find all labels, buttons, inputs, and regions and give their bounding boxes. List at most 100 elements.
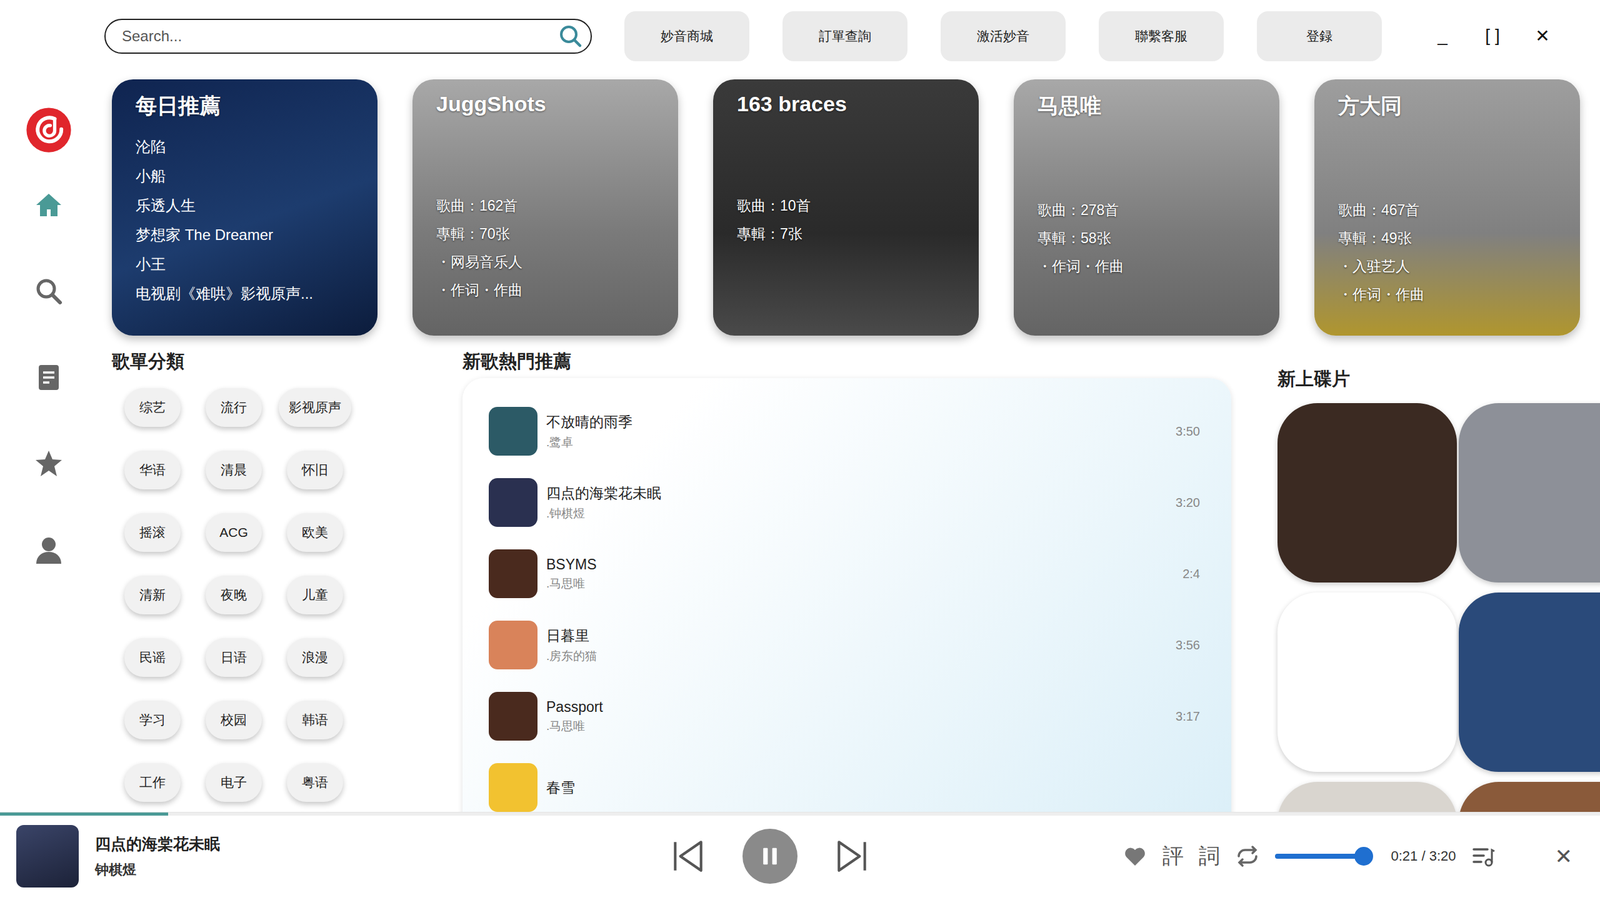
chip-cell: 清新 [111, 575, 194, 615]
daily-song[interactable]: 小船 [135, 166, 354, 187]
window-control-button[interactable]: [ ] [1483, 25, 1502, 47]
song-duration: 3:56 [1175, 638, 1200, 653]
song-row[interactable]: 四点的海棠花未眠.钟棋煜3:20 [488, 466, 1200, 539]
category-chip[interactable]: 电子 [205, 763, 262, 802]
window-control-button[interactable]: _ [1433, 25, 1452, 47]
category-chip[interactable]: 清新 [124, 575, 181, 615]
disc-cover[interactable] [1277, 781, 1457, 812]
top-button[interactable]: 妙音商城 [624, 11, 750, 62]
window-control-button[interactable]: ✕ [1533, 25, 1552, 47]
volume-knob[interactable] [1354, 846, 1374, 866]
player-text-button[interactable]: 評 [1162, 841, 1184, 871]
chip-cell: 校园 [193, 700, 275, 740]
artist-card[interactable]: 马思唯歌曲：278首專輯：58张・作词・作曲 [1013, 79, 1280, 336]
search-field[interactable] [104, 18, 592, 54]
daily-recommend-card[interactable]: 每日推薦沦陷小船乐透人生梦想家 The Dreamer小王电视剧《难哄》影视原声… [111, 79, 378, 336]
volume-slider[interactable] [1275, 853, 1369, 859]
category-chip[interactable]: 浪漫 [286, 638, 344, 677]
heart-icon[interactable] [1122, 843, 1148, 869]
category-chip[interactable]: 夜晚 [205, 575, 262, 615]
song-cover [488, 763, 538, 812]
artist-card[interactable]: JuggShots歌曲：162首專輯：70张・网易音乐人・作词・作曲 [412, 79, 679, 336]
section-title: 新上碟片 [1277, 366, 1600, 395]
song-text: BSYMS.马思唯 [546, 556, 1183, 592]
magnifier-icon[interactable] [558, 23, 584, 49]
netease-logo-icon[interactable] [25, 106, 73, 154]
artist-name: 方大同 [1338, 91, 1557, 121]
category-chip[interactable]: 民谣 [124, 638, 181, 677]
disc-cover[interactable] [1277, 403, 1457, 583]
category-chip[interactable]: 欧美 [286, 513, 344, 552]
sidebar-item[interactable] [32, 533, 65, 567]
category-chip[interactable]: 韩语 [286, 700, 344, 740]
category-chip[interactable]: 影视原声 [278, 388, 352, 427]
disc-cover[interactable] [1277, 592, 1457, 772]
category-chip[interactable]: 怀旧 [286, 450, 344, 490]
category-chip[interactable]: 综艺 [124, 388, 181, 427]
playlist-icon[interactable] [1471, 843, 1497, 869]
search-input[interactable] [120, 26, 559, 46]
player-text-button[interactable]: 詞 [1198, 841, 1220, 871]
daily-song[interactable]: 小王 [135, 254, 354, 275]
song-row[interactable]: 不放晴的雨季.鹭卓3:50 [488, 395, 1200, 467]
pause-icon [755, 841, 785, 872]
category-chip[interactable]: 流行 [205, 388, 262, 427]
daily-song[interactable]: 乐透人生 [135, 195, 354, 216]
top-button[interactable]: 激活妙音 [940, 11, 1066, 62]
play-pause-button[interactable] [742, 828, 798, 884]
song-row[interactable]: 春雪 [488, 751, 1200, 812]
artist-card[interactable]: 163 braces歌曲：10首專輯：7张 [713, 79, 979, 336]
category-chip[interactable]: 工作 [124, 763, 181, 802]
top-button[interactable]: 訂單查詢 [782, 11, 908, 62]
category-chip[interactable]: 清晨 [205, 450, 262, 490]
sidebar-item[interactable] [32, 361, 65, 394]
daily-song[interactable]: 梦想家 The Dreamer [135, 225, 354, 245]
song-artist: .马思唯 [546, 718, 1176, 735]
lower-section: 歌單分類综艺流行影视原声华语清晨怀旧摇滚ACG欧美清新夜晚儿童民谣日语浪漫学习校… [104, 349, 1600, 812]
song-title: Passport [546, 698, 1176, 716]
chip-cell: 综艺 [111, 388, 194, 427]
sidebar-item[interactable] [32, 447, 65, 480]
chip-cell: 摇滚 [111, 513, 194, 552]
chip-cell: 儿童 [274, 575, 356, 615]
song-text: 不放晴的雨季.鹭卓 [546, 412, 1176, 451]
song-text: 日暮里.房东的猫 [546, 626, 1176, 665]
top-button-group: 妙音商城訂單查詢激活妙音聯繫客服登録 [624, 11, 1382, 62]
category-chip[interactable]: 粤语 [286, 763, 344, 802]
repeat-icon[interactable] [1235, 843, 1260, 869]
disc-cover[interactable] [1458, 403, 1600, 583]
category-chip[interactable]: 华语 [124, 450, 181, 490]
chip-cell: 粤语 [274, 763, 356, 802]
song-row[interactable]: 日暮里.房东的猫3:56 [488, 609, 1200, 681]
close-player-button[interactable]: ✕ [1555, 843, 1574, 869]
disc-cover[interactable] [1458, 781, 1600, 812]
artist-name: 163 braces [736, 91, 955, 117]
artist-card[interactable]: 方大同歌曲：467首專輯：49张・入驻艺人・作词・作曲 [1314, 79, 1580, 336]
daily-song[interactable]: 沦陷 [135, 136, 354, 157]
category-chip[interactable]: ACG [205, 513, 262, 552]
next-icon[interactable] [832, 836, 872, 876]
home-icon [33, 190, 64, 220]
song-row[interactable]: BSYMS.马思唯2:4 [488, 538, 1200, 610]
star-icon [33, 448, 64, 479]
chip-cell: 清晨 [193, 450, 275, 490]
category-chip[interactable]: 儿童 [286, 575, 344, 615]
sidebar-item[interactable] [32, 275, 65, 308]
top-button[interactable]: 聯繫客服 [1098, 11, 1224, 62]
daily-song[interactable]: 电视剧《难哄》影视原声... [135, 283, 354, 304]
song-title: 日暮里 [546, 626, 1176, 646]
top-button[interactable]: 登録 [1256, 11, 1382, 62]
category-chip[interactable]: 日语 [205, 638, 262, 677]
sidebar-item[interactable] [32, 188, 65, 222]
chip-cell: 民谣 [111, 638, 194, 677]
song-artist: .鹭卓 [546, 434, 1176, 451]
song-row[interactable]: Passport.马思唯3:17 [488, 680, 1200, 752]
category-chip[interactable]: 学习 [124, 700, 181, 740]
now-playing: 四点的海棠花未眠钟棋煜 [0, 825, 669, 888]
now-playing-cover[interactable] [16, 825, 79, 888]
category-chip[interactable]: 摇滚 [124, 513, 181, 552]
playback-progress[interactable] [0, 812, 1600, 816]
disc-cover[interactable] [1458, 592, 1600, 772]
previous-icon[interactable] [668, 836, 708, 876]
category-chip[interactable]: 校园 [205, 700, 262, 740]
